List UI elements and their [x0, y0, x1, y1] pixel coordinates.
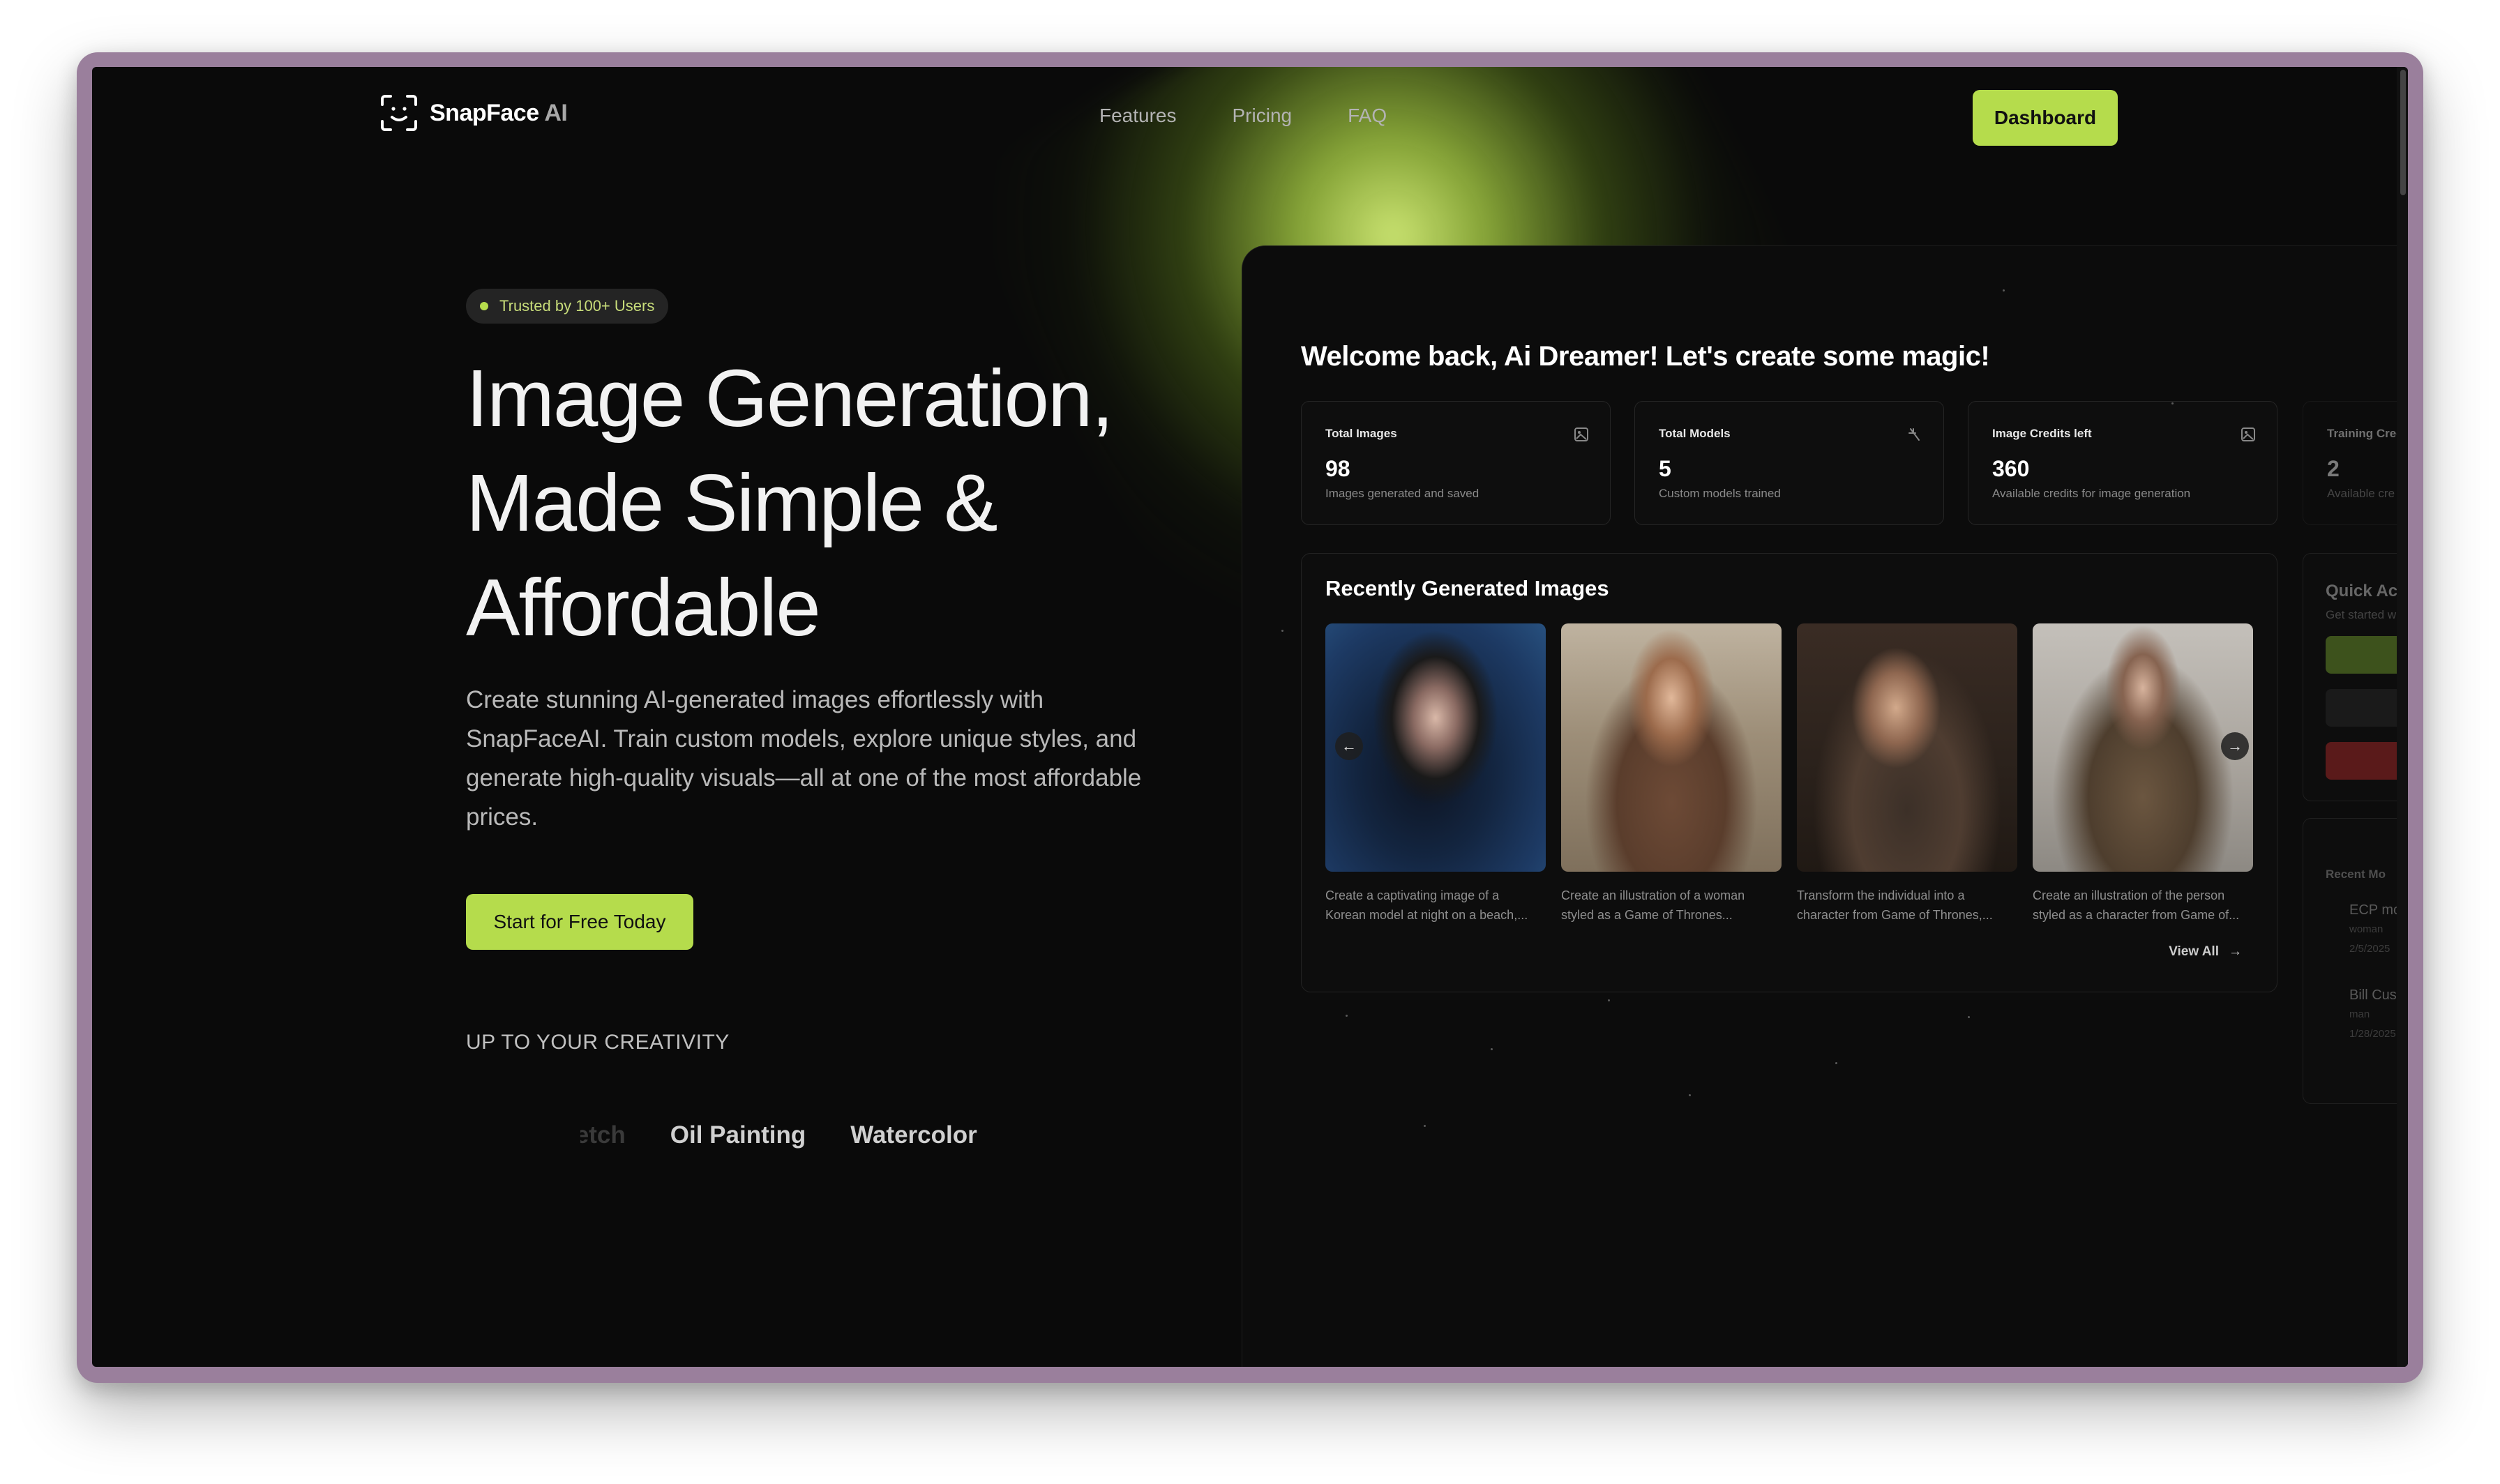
styles-marquee: Sketch Oil Painting Watercolor — [580, 1121, 1124, 1163]
generated-image[interactable] — [2033, 623, 2253, 872]
model-date: 2/5/2025 — [2349, 943, 2390, 955]
image-caption: Create an illustration of a woman styled… — [1561, 886, 1782, 925]
scrollbar[interactable] — [2397, 67, 2408, 1367]
caption-line: character from Game of Thrones,... — [1797, 908, 1993, 922]
stat-label: Total Models — [1659, 427, 1731, 440]
nav-link-pricing[interactable]: Pricing — [1233, 105, 1293, 127]
stat-card-total-images: Total Images 98 Images generated and sav… — [1301, 401, 1611, 525]
nav-link-features[interactable]: Features — [1099, 105, 1177, 127]
arrow-right-icon: → — [2227, 737, 2243, 755]
scrollbar-thumb[interactable] — [2400, 70, 2406, 195]
star-dot — [1491, 1048, 1493, 1050]
star-dot — [1968, 1016, 1970, 1018]
quick-action-button[interactable] — [2326, 636, 2408, 674]
quick-actions-title: Quick Acti — [2326, 582, 2408, 600]
trust-badge: Trusted by 100+ Users — [466, 289, 669, 324]
generated-image[interactable] — [1561, 623, 1782, 872]
image-icon — [1574, 427, 1588, 441]
recent-images-card: Recently Generated Images ← → Create a c… — [1301, 553, 2277, 992]
star-dot — [2003, 289, 2005, 292]
start-free-button[interactable]: Start for Free Today — [466, 894, 693, 950]
stat-value: 5 — [1659, 456, 1671, 481]
face-scan-icon — [381, 95, 417, 131]
model-name[interactable]: Bill Cust — [2349, 987, 2400, 1004]
model-name[interactable]: ECP mo — [2349, 902, 2401, 918]
recent-images-title: Recently Generated Images — [1325, 576, 1609, 600]
badge-dot-icon — [480, 302, 488, 310]
star-dot — [1281, 630, 1283, 632]
image-caption: Create an illustration of the person sty… — [2033, 886, 2253, 925]
star-dot — [1424, 1125, 1426, 1127]
stat-value: 360 — [1992, 456, 2030, 481]
stat-label: Total Images — [1325, 427, 1397, 440]
style-item: Oil Painting — [670, 1121, 806, 1149]
arrow-right-icon: → — [2229, 944, 2242, 959]
star-dot — [1835, 1062, 1837, 1064]
model-type: man — [2349, 1008, 2370, 1020]
view-all-link[interactable]: View All → — [2169, 944, 2242, 960]
style-item: Sketch — [580, 1121, 626, 1149]
hero-title-line: Image Generation, — [466, 353, 1114, 444]
stat-card-training-credits: Training Cred 2 Available cre — [2303, 401, 2408, 525]
brand-logo[interactable]: SnapFace AI — [379, 93, 568, 132]
creativity-label: UP TO YOUR CREATIVITY — [466, 1031, 730, 1054]
quick-action-button[interactable] — [2326, 742, 2408, 780]
stat-label: Training Cred — [2327, 427, 2404, 440]
hero-title-line: Affordable — [466, 562, 821, 653]
sparkle-icon — [1908, 428, 1920, 441]
brand-name: SnapFace AI — [430, 99, 568, 126]
stat-card-image-credits: Image Credits left 360 Available credits… — [1968, 401, 2277, 525]
stat-label: Image Credits left — [1992, 427, 2092, 440]
star-dot — [1346, 1015, 1348, 1017]
caption-line: styled as a Game of Thrones... — [1561, 908, 1733, 922]
model-date: 1/28/2025 — [2349, 1028, 2396, 1040]
stat-value: 2 — [2327, 456, 2340, 481]
quick-actions-subtitle: Get started w — [2326, 608, 2397, 621]
caption-line: styled as a character from Game of... — [2033, 908, 2240, 922]
nav-link-faq[interactable]: FAQ — [1348, 105, 1387, 127]
caption-line: Create a captivating image of a — [1325, 888, 1500, 902]
stat-subtext: Available credits for image generation — [1992, 487, 2191, 500]
stat-subtext: Images generated and saved — [1325, 487, 1479, 500]
hero-description: Create stunning AI-generated images effo… — [466, 686, 1142, 831]
stat-card-total-models: Total Models 5 Custom models trained — [1634, 401, 1944, 525]
welcome-heading: Welcome back, Ai Dreamer! Let's create s… — [1301, 341, 1990, 372]
top-nav: Features Pricing FAQ — [1099, 105, 1387, 127]
recent-models-card: Recent Mo ECP mo woman 2/5/2025 Bill Cus… — [2303, 818, 2408, 1104]
recent-models-title: Recent Mo — [2326, 868, 2386, 881]
caption-line: Create an illustration of the person — [2033, 888, 2225, 902]
browser-screen: SnapFace AI Features Pricing FAQ Dashboa… — [92, 67, 2408, 1367]
quick-action-button[interactable] — [2326, 689, 2408, 727]
dashboard-preview: Welcome back, Ai Dreamer! Let's create s… — [1242, 245, 2408, 1367]
hero-title: Image Generation, Made Simple & Affordab… — [466, 346, 1233, 660]
caption-line: Create an illustration of a woman — [1561, 888, 1745, 902]
badge-text: Trusted by 100+ Users — [499, 297, 655, 315]
star-dot — [2171, 402, 2174, 404]
dashboard-button[interactable]: Dashboard — [1973, 90, 2118, 146]
arrow-left-icon: ← — [1341, 737, 1357, 755]
star-dot — [1608, 999, 1610, 1001]
view-all-label: View All — [2169, 944, 2219, 959]
carousel-prev-button[interactable]: ← — [1335, 732, 1363, 760]
caption-line: Korean model at night on a beach,... — [1325, 908, 1528, 922]
stat-subtext: Custom models trained — [1659, 487, 1781, 500]
generated-image[interactable] — [1797, 623, 2017, 872]
stat-value: 98 — [1325, 456, 1350, 481]
image-icon — [2241, 427, 2255, 441]
model-type: woman — [2349, 923, 2384, 935]
image-caption: Create a captivating image of a Korean m… — [1325, 886, 1546, 925]
star-dot — [1689, 1094, 1691, 1096]
image-caption: Transform the individual into a characte… — [1797, 886, 2017, 925]
stat-subtext: Available cre — [2327, 487, 2395, 500]
quick-actions-card: Quick Acti Get started w — [2303, 553, 2408, 801]
carousel-next-button[interactable]: → — [2221, 732, 2249, 760]
caption-line: Transform the individual into a — [1797, 888, 1965, 902]
hero-title-line: Made Simple & — [466, 457, 998, 548]
style-item: Watercolor — [850, 1121, 977, 1149]
